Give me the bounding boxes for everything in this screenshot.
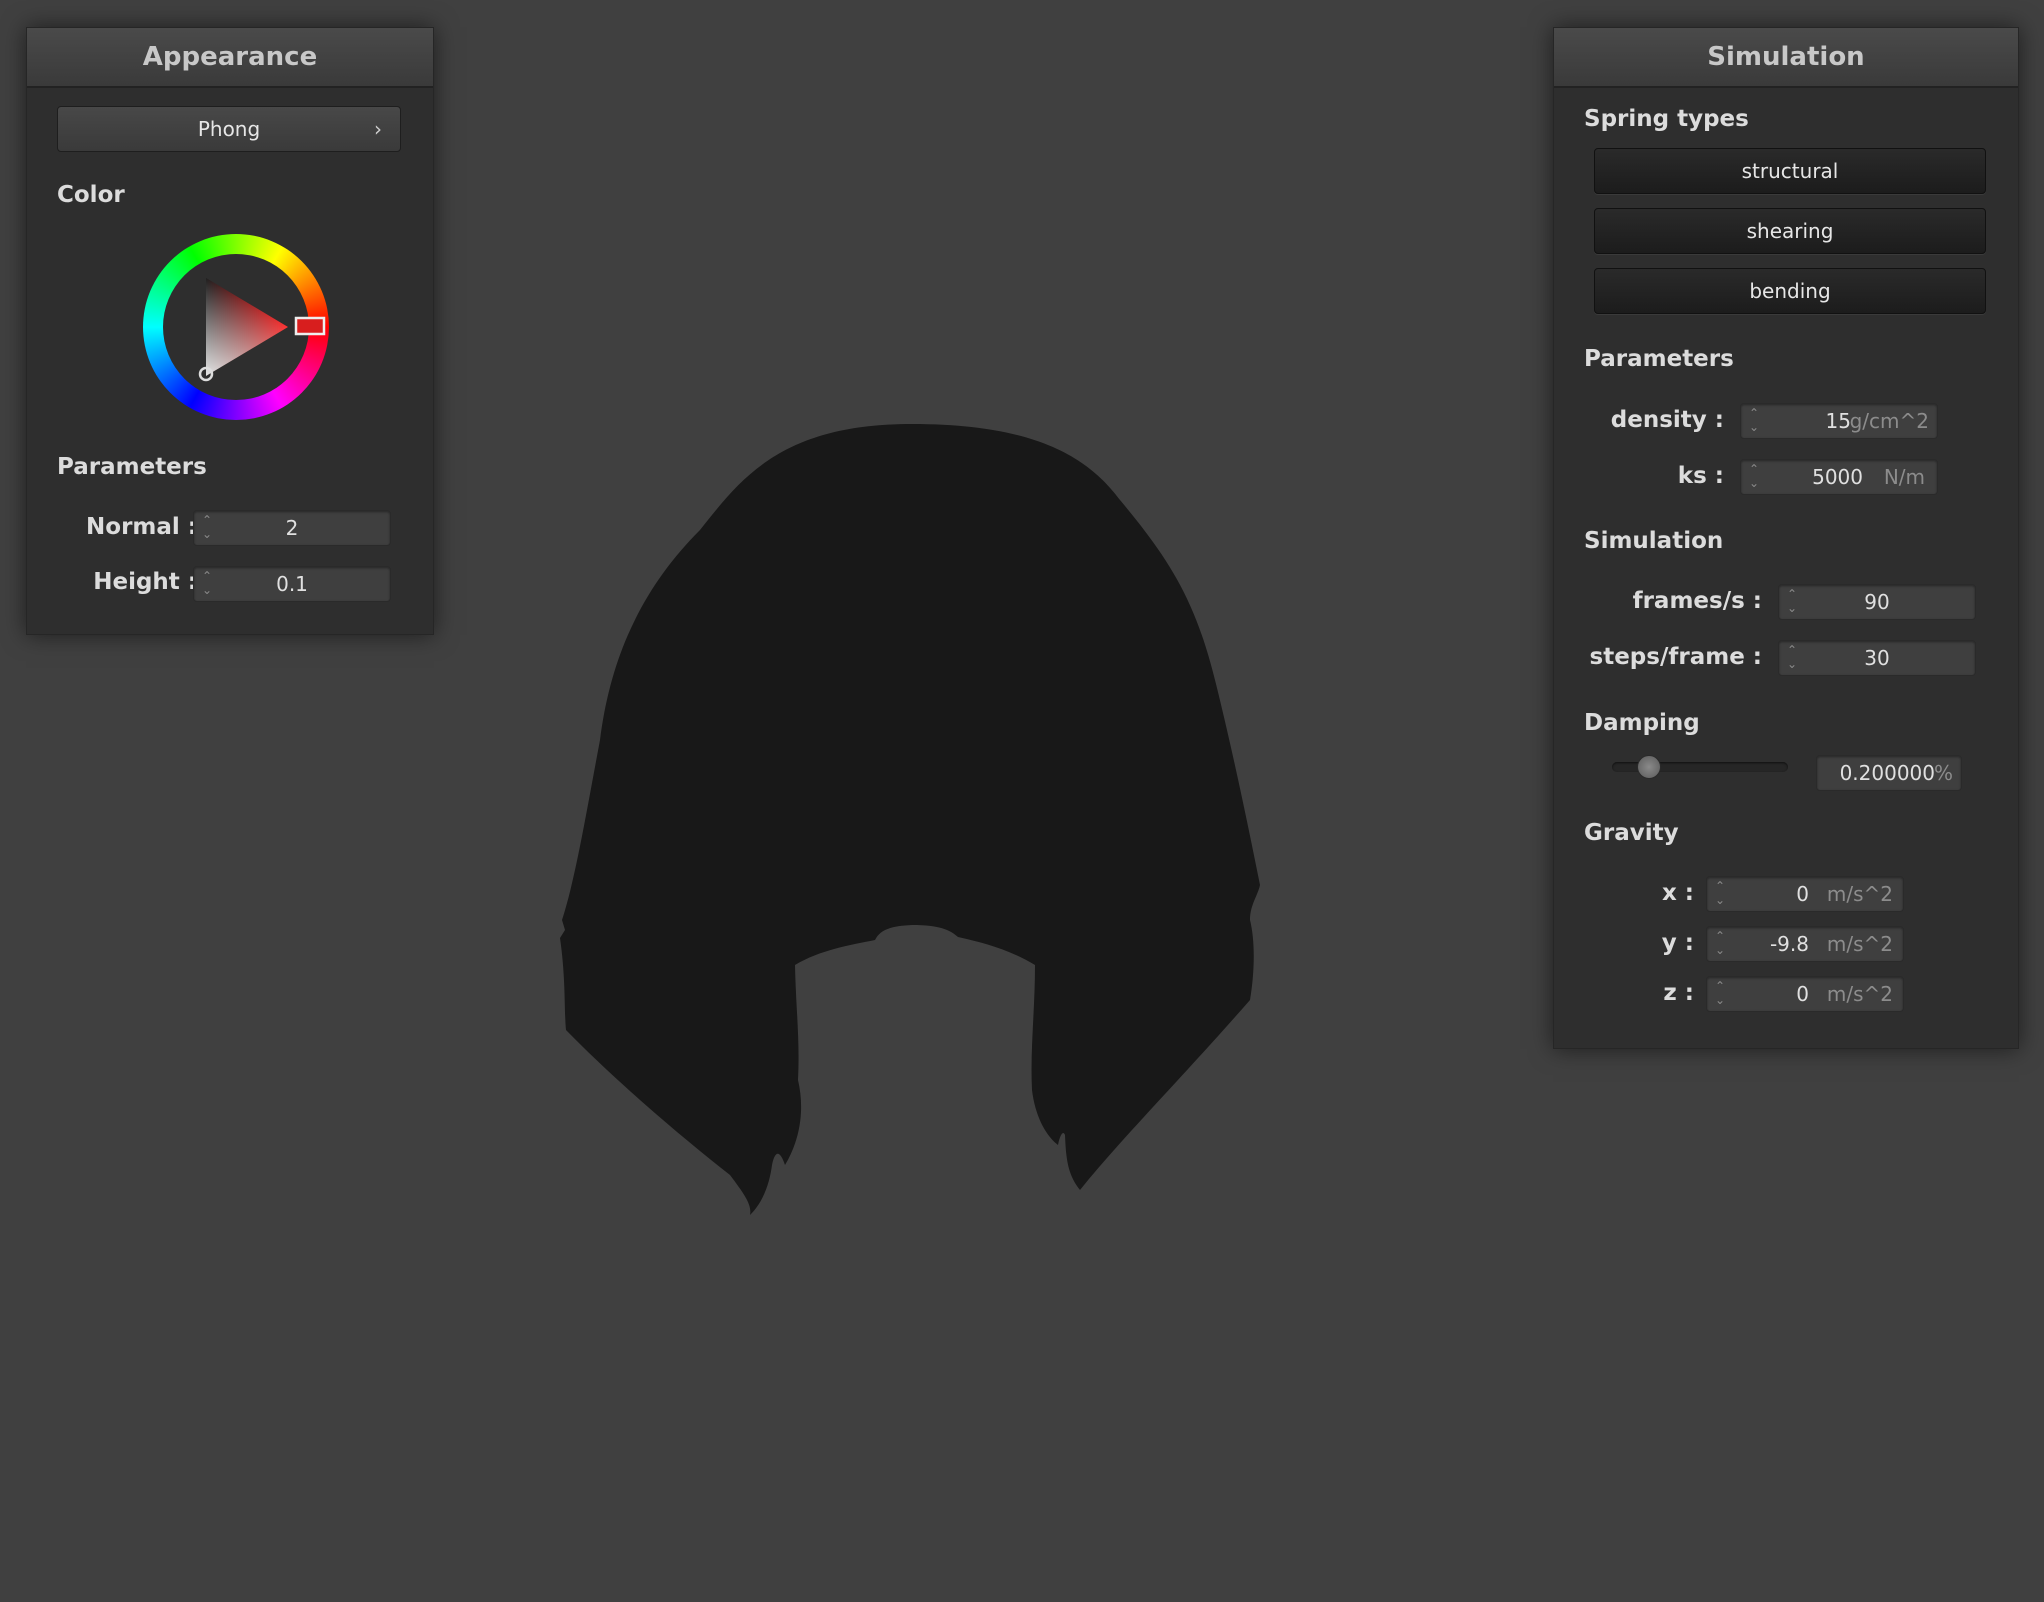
sim-parameters-label: Parameters bbox=[1584, 346, 1734, 372]
damping-label: Damping bbox=[1584, 710, 1700, 736]
normal-input[interactable]: ⌃ ⌄ 2 bbox=[193, 510, 391, 546]
appearance-panel: Appearance Phong › Color Parameters Norm… bbox=[26, 27, 434, 635]
shader-select-button[interactable]: Phong › bbox=[57, 106, 401, 152]
ks-input[interactable]: ⌃ ⌄ 5000 N/m bbox=[1740, 459, 1938, 495]
spinner-arrows-icon[interactable]: ⌃ ⌄ bbox=[1713, 979, 1727, 1009]
appearance-parameters-label: Parameters bbox=[57, 454, 207, 480]
color-triangle[interactable] bbox=[143, 234, 329, 420]
damping-slider[interactable] bbox=[1612, 755, 1788, 779]
simulation-panel: Simulation Spring types structural shear… bbox=[1553, 27, 2019, 1049]
gravity-z-label: z : bbox=[1663, 980, 1694, 1006]
spinner-arrows-icon[interactable]: ⌃ ⌄ bbox=[1747, 406, 1761, 436]
structural-button[interactable]: structural bbox=[1594, 148, 1986, 194]
appearance-title: Appearance bbox=[27, 28, 433, 88]
shearing-button[interactable]: shearing bbox=[1594, 208, 1986, 254]
shader-label: Phong bbox=[197, 117, 261, 141]
gravity-label: Gravity bbox=[1584, 820, 1679, 846]
color-section-label: Color bbox=[57, 182, 125, 208]
spinner-arrows-icon[interactable]: ⌃ ⌄ bbox=[1747, 462, 1761, 492]
simulation-section-label: Simulation bbox=[1584, 528, 1724, 554]
gravity-y-label: y : bbox=[1661, 930, 1694, 956]
damping-value-box[interactable]: 0.200000 % bbox=[1816, 755, 1962, 791]
bending-button[interactable]: bending bbox=[1594, 268, 1986, 314]
spinner-arrows-icon[interactable]: ⌃ ⌄ bbox=[1713, 929, 1727, 959]
density-input[interactable]: ⌃ ⌄ 15 g/cm^2 bbox=[1740, 403, 1938, 439]
steps-per-frame-input[interactable]: ⌃ ⌄ 30 bbox=[1778, 640, 1976, 676]
spinner-arrows-icon[interactable]: ⌃ ⌄ bbox=[1713, 879, 1727, 909]
chevron-right-icon: › bbox=[374, 117, 382, 141]
height-label: Height : bbox=[93, 569, 197, 595]
density-label: density : bbox=[1610, 407, 1724, 433]
frames-per-second-input[interactable]: ⌃ ⌄ 90 bbox=[1778, 584, 1976, 620]
gravity-z-input[interactable]: ⌃ ⌄ 0 m/s^2 bbox=[1706, 976, 1904, 1012]
gravity-x-input[interactable]: ⌃ ⌄ 0 m/s^2 bbox=[1706, 876, 1904, 912]
spring-types-label: Spring types bbox=[1584, 106, 1749, 132]
color-wheel[interactable] bbox=[143, 234, 329, 420]
steps-per-frame-label: steps/frame : bbox=[1589, 644, 1762, 670]
simulation-title: Simulation bbox=[1554, 28, 2018, 88]
gravity-y-input[interactable]: ⌃ ⌄ -9.8 m/s^2 bbox=[1706, 926, 1904, 962]
damping-slider-handle[interactable] bbox=[1636, 755, 1661, 779]
frames-per-second-label: frames/s : bbox=[1632, 588, 1762, 614]
ks-label: ks : bbox=[1677, 463, 1724, 489]
hue-selector-handle bbox=[294, 316, 326, 336]
height-input[interactable]: ⌃ ⌄ 0.1 bbox=[193, 566, 391, 602]
gravity-x-label: x : bbox=[1661, 880, 1694, 906]
normal-label: Normal : bbox=[86, 514, 197, 540]
